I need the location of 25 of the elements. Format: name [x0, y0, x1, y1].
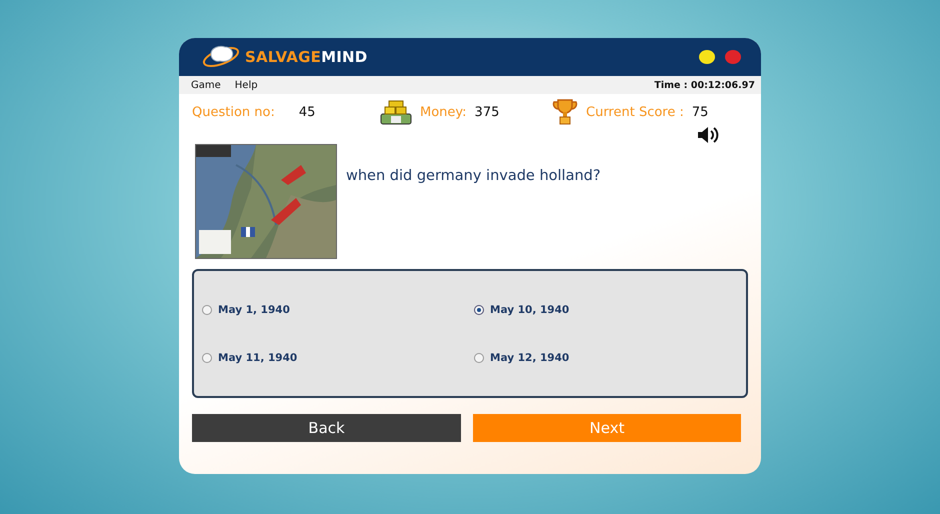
radio-button[interactable]: [474, 352, 484, 362]
question-text: when did germany invade holland?: [346, 168, 601, 184]
stat-value: 75: [692, 104, 708, 120]
answer-option[interactable]: May 10, 1940: [474, 304, 746, 316]
timer: Time : 00:12:06.97: [654, 80, 755, 90]
stat-value: 375: [474, 104, 500, 120]
minimize-button[interactable]: [699, 50, 715, 64]
stat-label: Money:: [420, 104, 467, 120]
answer-option[interactable]: May 11, 1940: [202, 352, 474, 364]
logo-text: SALVAGEMIND: [245, 48, 368, 66]
speaker-icon[interactable]: [697, 126, 721, 144]
money-stack-icon: [380, 99, 412, 125]
stat-value: 45: [298, 104, 316, 120]
stat-label: Current Score :: [586, 104, 684, 120]
menu-item[interactable]: Help: [234, 80, 258, 90]
radio-button[interactable]: [474, 304, 484, 314]
radio-button[interactable]: [202, 304, 212, 314]
answer-option[interactable]: May 1, 1940: [202, 304, 474, 316]
stat-label: Question no:: [192, 104, 275, 120]
close-button[interactable]: [725, 50, 741, 64]
back-button[interactable]: Back: [192, 414, 461, 442]
menu-item[interactable]: Game: [191, 80, 221, 90]
trophy-icon: [552, 98, 578, 126]
radio-button[interactable]: [202, 352, 212, 362]
answer-option[interactable]: May 12, 1940: [474, 352, 746, 364]
